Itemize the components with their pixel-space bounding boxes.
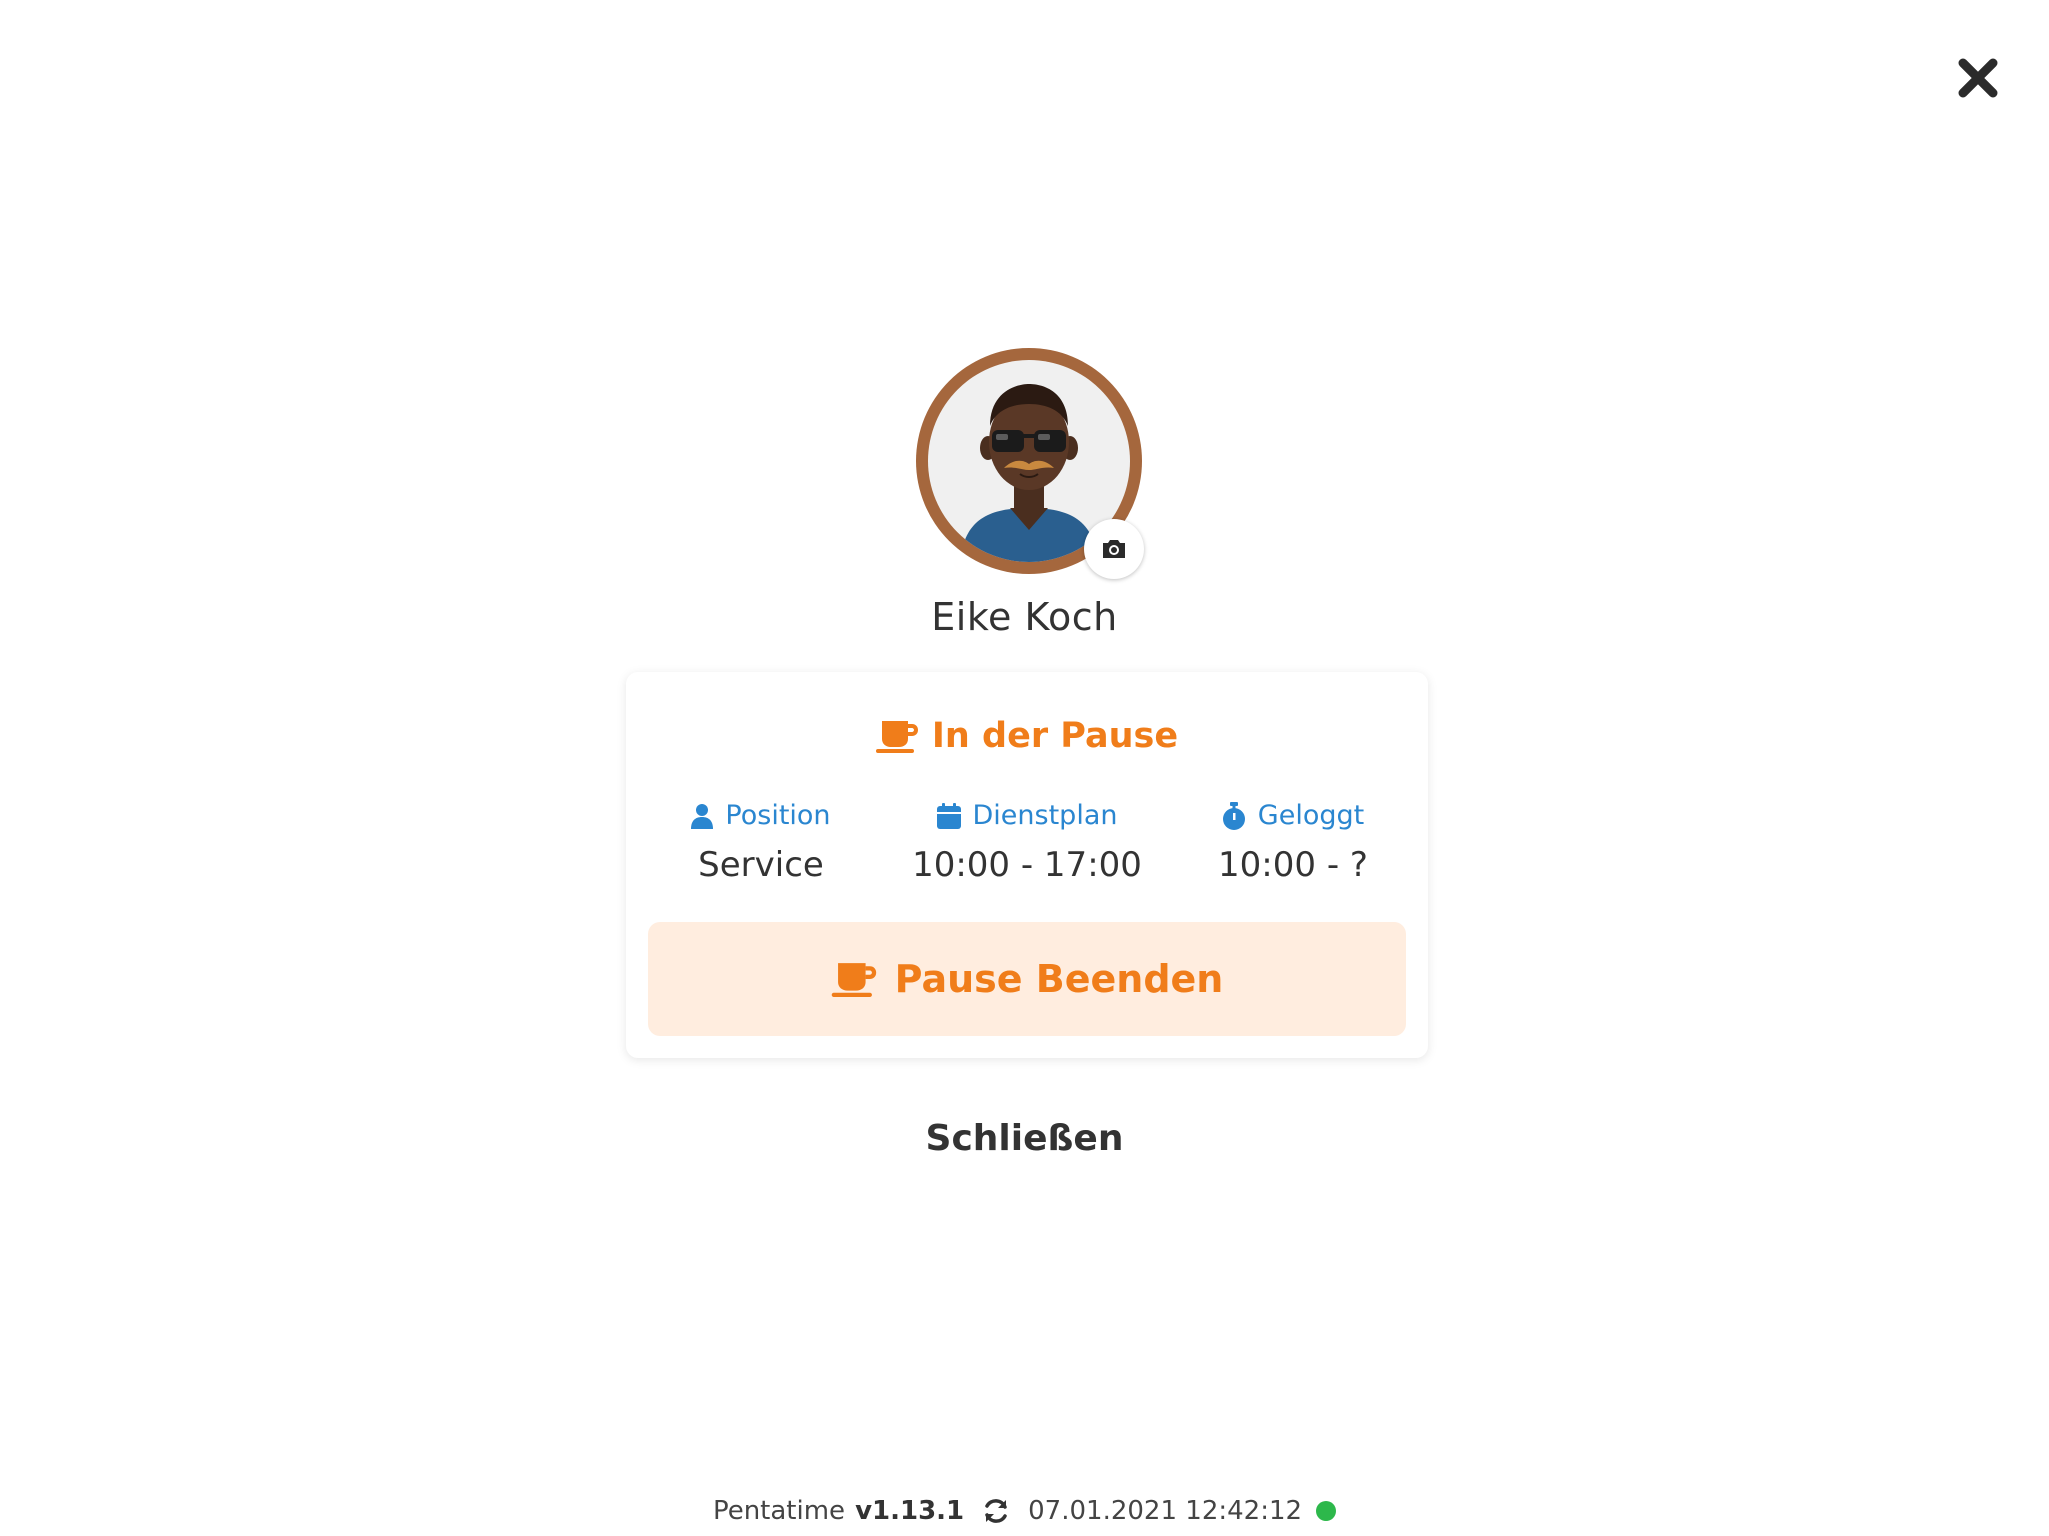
logged-value: 10:00 - ? bbox=[1218, 845, 1368, 885]
schedule-value: 10:00 - 17:00 bbox=[912, 845, 1142, 885]
status-label: In der Pause bbox=[931, 716, 1179, 756]
position-label: Position bbox=[725, 800, 831, 831]
staff-detail-screen: Eike Koch In der Pause Position Service bbox=[0, 0, 2049, 1536]
refresh-icon bbox=[985, 1499, 1007, 1523]
schedule-label: Dienstplan bbox=[972, 800, 1118, 831]
app-version: v1.13.1 bbox=[855, 1496, 965, 1526]
camera-icon bbox=[1103, 540, 1125, 558]
info-logged: Geloggt 10:00 - ? bbox=[1158, 800, 1428, 885]
refresh-button[interactable] bbox=[982, 1497, 1010, 1525]
calendar-icon bbox=[936, 802, 961, 829]
user-name: Eike Koch bbox=[931, 595, 1118, 639]
footer-status-bar: Pentatime v1.13.1 07.01.2021 12:42:12 bbox=[0, 1496, 2049, 1526]
close-icon[interactable] bbox=[1954, 54, 2002, 102]
logged-label: Geloggt bbox=[1257, 800, 1365, 831]
coffee-icon bbox=[831, 963, 876, 997]
user-icon bbox=[691, 803, 714, 829]
end-pause-label: Pause Beenden bbox=[894, 957, 1224, 1001]
status-badge: In der Pause bbox=[626, 716, 1428, 756]
position-value: Service bbox=[698, 845, 824, 885]
info-position: Position Service bbox=[626, 800, 896, 885]
stopwatch-icon bbox=[1222, 801, 1245, 830]
coffee-icon bbox=[875, 721, 918, 753]
change-photo-button[interactable] bbox=[1084, 519, 1144, 579]
connection-status-dot bbox=[1316, 1501, 1337, 1521]
info-schedule: Dienstplan 10:00 - 17:00 bbox=[892, 800, 1162, 885]
status-card: In der Pause Position Service Dienstplan… bbox=[626, 672, 1428, 1058]
end-pause-button[interactable]: Pause Beenden bbox=[648, 922, 1406, 1036]
close-button[interactable]: Schließen bbox=[0, 1118, 2049, 1159]
sync-datetime: 07.01.2021 12:42:12 bbox=[1028, 1496, 1303, 1526]
app-name: Pentatime bbox=[712, 1496, 846, 1526]
